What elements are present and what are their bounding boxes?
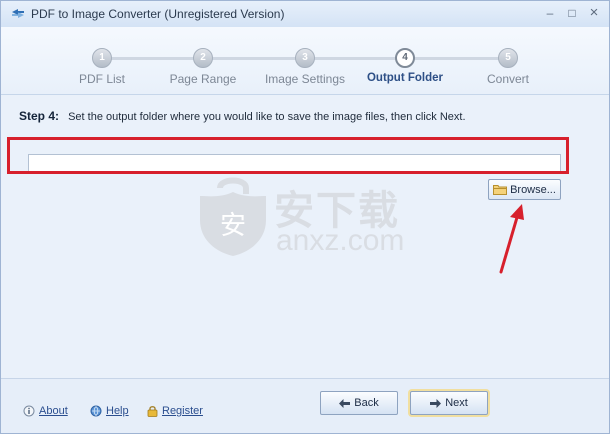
window-title: PDF to Image Converter (Unregistered Ver… bbox=[31, 7, 285, 21]
pointer-arrow-icon bbox=[499, 204, 524, 274]
close-button[interactable]: × bbox=[585, 4, 603, 22]
app-icon bbox=[12, 9, 24, 18]
register-link[interactable]: Register bbox=[147, 405, 203, 417]
register-label: Register bbox=[162, 405, 203, 417]
minimize-button[interactable]: – bbox=[541, 4, 559, 22]
browse-button[interactable]: Browse... bbox=[488, 179, 561, 200]
title-bar: PDF to Image Converter (Unregistered Ver… bbox=[1, 1, 609, 27]
step-1-circle: 1 bbox=[92, 48, 112, 68]
step-4-circle: 4 bbox=[395, 48, 415, 68]
next-label: Next bbox=[445, 397, 468, 409]
footer-bar: About Help Register Back Next bbox=[1, 378, 609, 433]
step-2-label: Page Range bbox=[169, 72, 237, 86]
highlight-box bbox=[7, 137, 569, 174]
help-globe-icon bbox=[90, 405, 102, 417]
next-button[interactable]: Next bbox=[410, 391, 488, 415]
about-link[interactable]: About bbox=[23, 405, 68, 417]
step-3-label: Image Settings bbox=[264, 72, 346, 86]
step-2-circle: 2 bbox=[193, 48, 213, 68]
browse-label: Browse... bbox=[510, 183, 556, 196]
watermark-shield-text: 安 bbox=[220, 211, 246, 241]
maximize-button[interactable]: □ bbox=[563, 4, 581, 22]
arrow-left-icon bbox=[339, 398, 351, 408]
instruction: Step 4: Set the output folder where you … bbox=[19, 109, 466, 123]
step-number: Step 4: bbox=[19, 109, 60, 123]
watermark: 安 安下载 anxz.com bbox=[196, 174, 426, 264]
step-5-label: Convert bbox=[486, 72, 530, 86]
folder-icon bbox=[493, 185, 508, 195]
arrow-right-icon bbox=[430, 398, 442, 408]
help-link[interactable]: Help bbox=[90, 405, 129, 417]
step-1-label: PDF List bbox=[78, 72, 125, 86]
back-button[interactable]: Back bbox=[320, 391, 398, 415]
about-label: About bbox=[39, 405, 68, 417]
watermark-url-text: anxz.com bbox=[276, 224, 405, 257]
app-window: PDF to Image Converter (Unregistered Ver… bbox=[0, 0, 610, 434]
step-description: Set the output folder where you would li… bbox=[68, 111, 466, 123]
info-icon bbox=[23, 405, 35, 417]
lock-icon bbox=[147, 406, 158, 417]
back-label: Back bbox=[354, 397, 379, 409]
step-4-label: Output Folder bbox=[366, 72, 443, 84]
watermark-shield-icon: 安 bbox=[200, 177, 266, 256]
main-panel: Step 4: Set the output folder where you … bbox=[1, 96, 609, 378]
help-label: Help bbox=[106, 405, 129, 417]
wizard-steps: 1 PDF List 2 Page Range 3 Image Settings… bbox=[1, 27, 609, 95]
step-3-circle: 3 bbox=[295, 48, 315, 68]
step-5-circle: 5 bbox=[498, 48, 518, 68]
